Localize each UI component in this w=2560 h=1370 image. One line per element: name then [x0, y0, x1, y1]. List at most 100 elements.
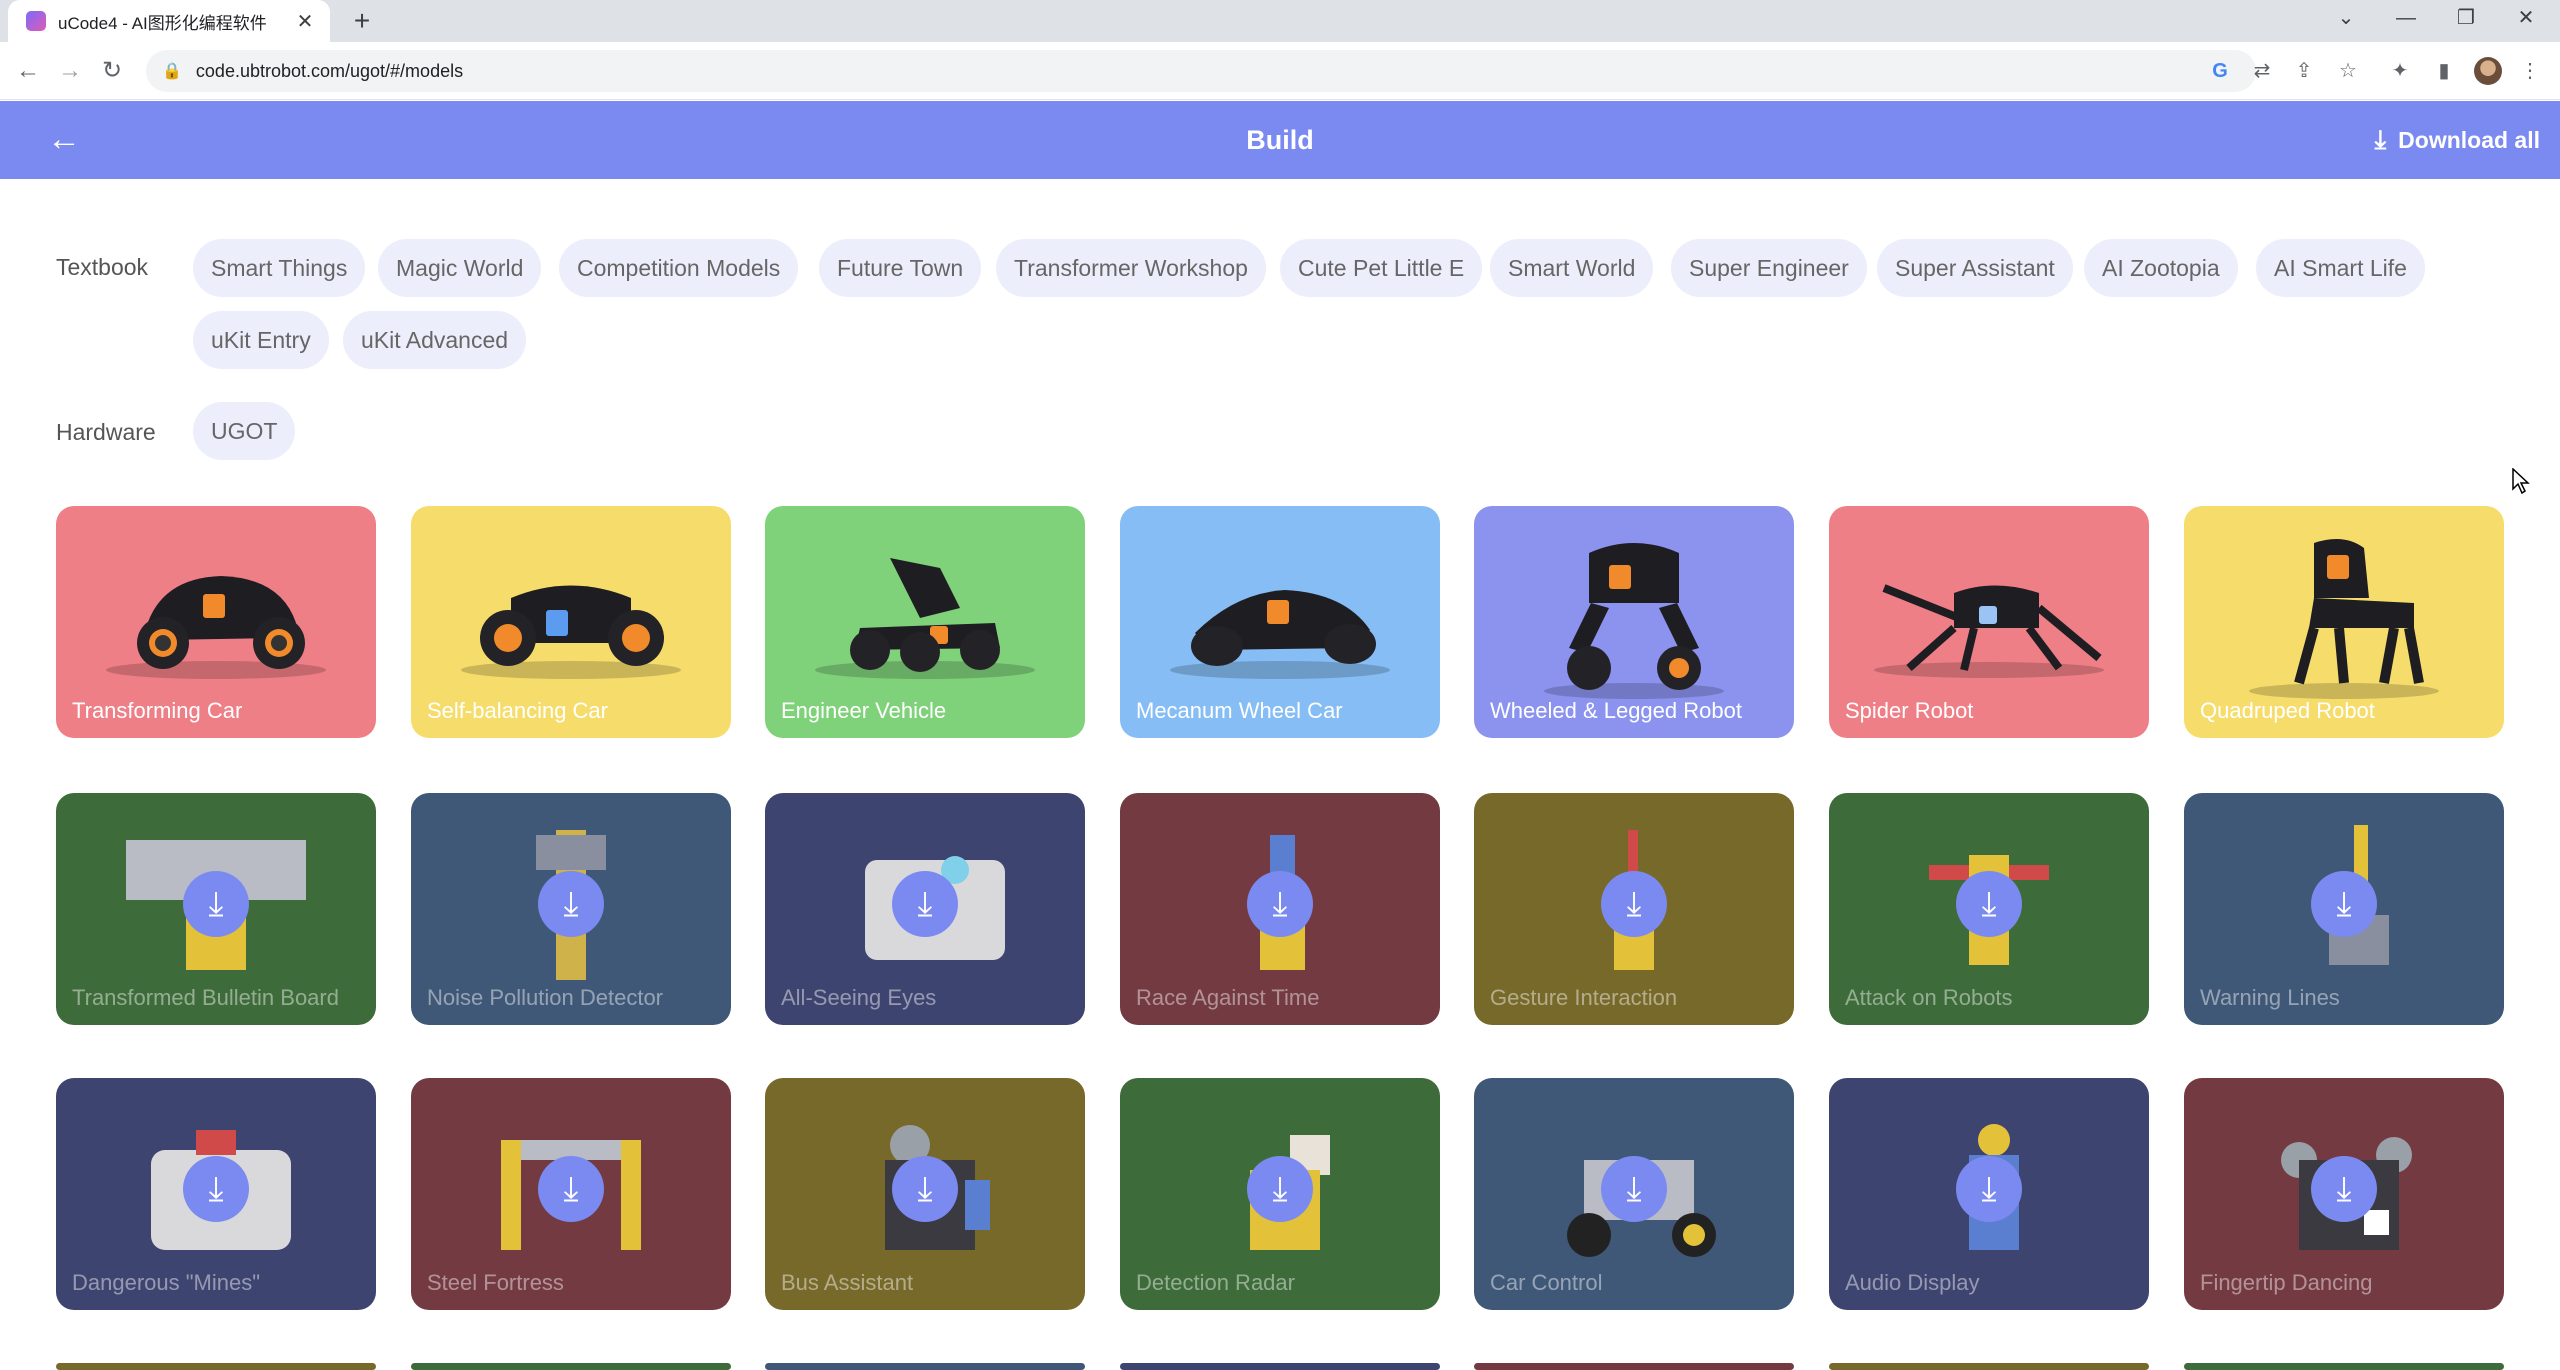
model-card[interactable]: ⤓ Gesture Interaction [1474, 793, 1794, 1025]
model-card[interactable] [1474, 1363, 1794, 1370]
window-close-button[interactable]: ✕ [2496, 0, 2556, 36]
download-all-button[interactable]: ⤓ Download all [2375, 121, 2540, 159]
textbook-chip[interactable]: AI Zootopia [2084, 239, 2238, 297]
model-card[interactable]: ⤓ Attack on Robots [1829, 793, 2149, 1025]
browser-tab[interactable]: uCode4 - AI图形化编程软件 ✕ [8, 0, 330, 42]
profile-avatar[interactable] [2474, 57, 2502, 85]
model-card[interactable]: ⤓ Audio Display [1829, 1078, 2149, 1310]
model-name: Bus Assistant [781, 1270, 914, 1295]
textbook-chip[interactable]: Future Town [819, 239, 982, 297]
model-name: Noise Pollution Detector [427, 985, 664, 1010]
model-card[interactable]: ⤓ Bus Assistant [765, 1078, 1085, 1310]
model-card[interactable]: ⤓ Steel Fortress [411, 1078, 731, 1310]
textbook-chip[interactable]: Competition Models [559, 239, 799, 297]
model-card[interactable]: Engineer Vehicle [765, 506, 1085, 738]
model-card[interactable] [56, 1363, 376, 1370]
side-panel-icon[interactable]: ▮ [2430, 57, 2458, 85]
model-card[interactable]: ⤓ Car Control [1474, 1078, 1794, 1310]
textbook-chip[interactable]: Super Engineer [1671, 239, 1867, 297]
tab-search-icon[interactable]: ⌄ [2316, 0, 2376, 36]
download-model-button[interactable]: ⤓ [538, 1156, 604, 1223]
tab-close-icon[interactable]: ✕ [294, 9, 316, 34]
download-model-button[interactable]: ⤓ [1601, 1156, 1667, 1223]
model-name: Mecanum Wheel Car [1136, 698, 1343, 723]
download-icon: ⤓ [2336, 884, 2352, 923]
robot-illustration [461, 585, 681, 679]
download-model-button[interactable]: ⤓ [892, 1156, 958, 1223]
model-name: Warning Lines [2200, 985, 2340, 1010]
back-arrow-icon[interactable]: ← [44, 119, 84, 159]
minimize-button[interactable]: — [2376, 0, 2436, 36]
tab-title: uCode4 - AI图形化编程软件 [58, 13, 267, 33]
model-card[interactable]: ⤓ Detection Radar [1120, 1078, 1440, 1310]
model-card[interactable]: Self-balancing Car [411, 506, 731, 738]
address-bar[interactable]: 🔒 code.ubtrobot.com/ugot/#/models [146, 50, 2256, 92]
textbook-chip[interactable]: uKit Entry [193, 311, 329, 369]
download-model-button[interactable]: ⤓ [1247, 1156, 1313, 1223]
model-card[interactable] [1829, 1363, 2149, 1370]
restore-button[interactable]: ❐ [2436, 0, 2496, 36]
textbook-chip[interactable]: AI Smart Life [2256, 239, 2425, 297]
textbook-chip[interactable]: Super Assistant [1877, 239, 2073, 297]
model-card[interactable]: ⤓ Noise Pollution Detector [411, 793, 731, 1025]
download-model-button[interactable]: ⤓ [1247, 871, 1313, 938]
back-nav-icon[interactable]: ← [12, 55, 44, 87]
model-card[interactable]: Wheeled & Legged Robot [1474, 506, 1794, 738]
download-model-button[interactable]: ⤓ [1956, 1156, 2022, 1223]
textbook-chip[interactable]: Smart Things [193, 239, 366, 297]
model-card[interactable] [2184, 1363, 2504, 1370]
textbook-chip[interactable]: Cute Pet Little E [1280, 239, 1483, 297]
model-card[interactable]: ⤓ All-Seeing Eyes [765, 793, 1085, 1025]
download-icon: ⤓ [2374, 124, 2387, 154]
download-icon: ⤓ [1272, 1169, 1288, 1208]
model-name: Engineer Vehicle [781, 698, 947, 723]
download-model-button[interactable]: ⤓ [1956, 871, 2022, 938]
model-card[interactable]: Transforming Car [56, 506, 376, 738]
model-card[interactable]: Spider Robot [1829, 506, 2149, 738]
download-icon: ⤓ [1981, 884, 1997, 923]
model-card[interactable]: ⤓ Race Against Time [1120, 793, 1440, 1025]
textbook-chip[interactable]: uKit Advanced [343, 311, 527, 369]
share-icon[interactable]: ⇪ [2290, 57, 2318, 85]
download-icon: ⤓ [208, 1169, 224, 1208]
new-tab-button[interactable]: + [346, 5, 378, 37]
download-model-button[interactable]: ⤓ [2311, 1156, 2377, 1223]
download-model-button[interactable]: ⤓ [183, 1156, 249, 1223]
textbook-chip[interactable]: Magic World [378, 239, 542, 297]
model-card[interactable]: Quadruped Robot [2184, 506, 2504, 738]
page-title: Build [1246, 125, 1314, 155]
download-model-button[interactable]: ⤓ [1601, 871, 1667, 938]
model-card[interactable]: Mecanum Wheel Car [1120, 506, 1440, 738]
model-name: Dangerous "Mines" [72, 1270, 261, 1295]
extensions-icon[interactable]: ✦ [2386, 57, 2414, 85]
model-name: Steel Fortress [427, 1270, 564, 1295]
model-card[interactable]: ⤓ Transformed Bulletin Board [56, 793, 376, 1025]
robot-illustration [815, 557, 1035, 679]
translate-icon[interactable]: ⇄ [2248, 57, 2276, 85]
download-model-button[interactable]: ⤓ [538, 871, 604, 938]
model-card[interactable] [411, 1363, 731, 1370]
model-card[interactable]: ⤓ Warning Lines [2184, 793, 2504, 1025]
menu-kebab-icon[interactable]: ⋮ [2516, 57, 2544, 85]
download-model-button[interactable]: ⤓ [892, 871, 958, 938]
download-icon: ⤓ [1626, 884, 1642, 923]
model-name: Race Against Time [1136, 985, 1320, 1010]
bookmark-star-icon[interactable]: ☆ [2334, 57, 2362, 85]
model-name: Transformed Bulletin Board [72, 985, 339, 1010]
hardware-chip-ugot[interactable]: UGOT [193, 402, 296, 460]
reload-icon[interactable]: ↻ [96, 55, 128, 87]
robot-illustration [2249, 538, 2439, 699]
textbook-chip[interactable]: Transformer Workshop [996, 239, 1266, 297]
model-name: Quadruped Robot [2200, 698, 2375, 723]
model-name: Transforming Car [72, 698, 243, 723]
download-model-button[interactable]: ⤓ [183, 871, 249, 938]
model-card[interactable] [1120, 1363, 1440, 1370]
google-icon[interactable]: G [2206, 57, 2234, 85]
hardware-label: Hardware [56, 419, 156, 445]
model-card[interactable]: ⤓ Fingertip Dancing [2184, 1078, 2504, 1310]
textbook-chip[interactable]: Smart World [1490, 239, 1654, 297]
download-model-button[interactable]: ⤓ [2311, 871, 2377, 938]
forward-nav-icon[interactable]: → [54, 55, 86, 87]
model-card[interactable] [765, 1363, 1085, 1370]
model-card[interactable]: ⤓ Dangerous "Mines" [56, 1078, 376, 1310]
